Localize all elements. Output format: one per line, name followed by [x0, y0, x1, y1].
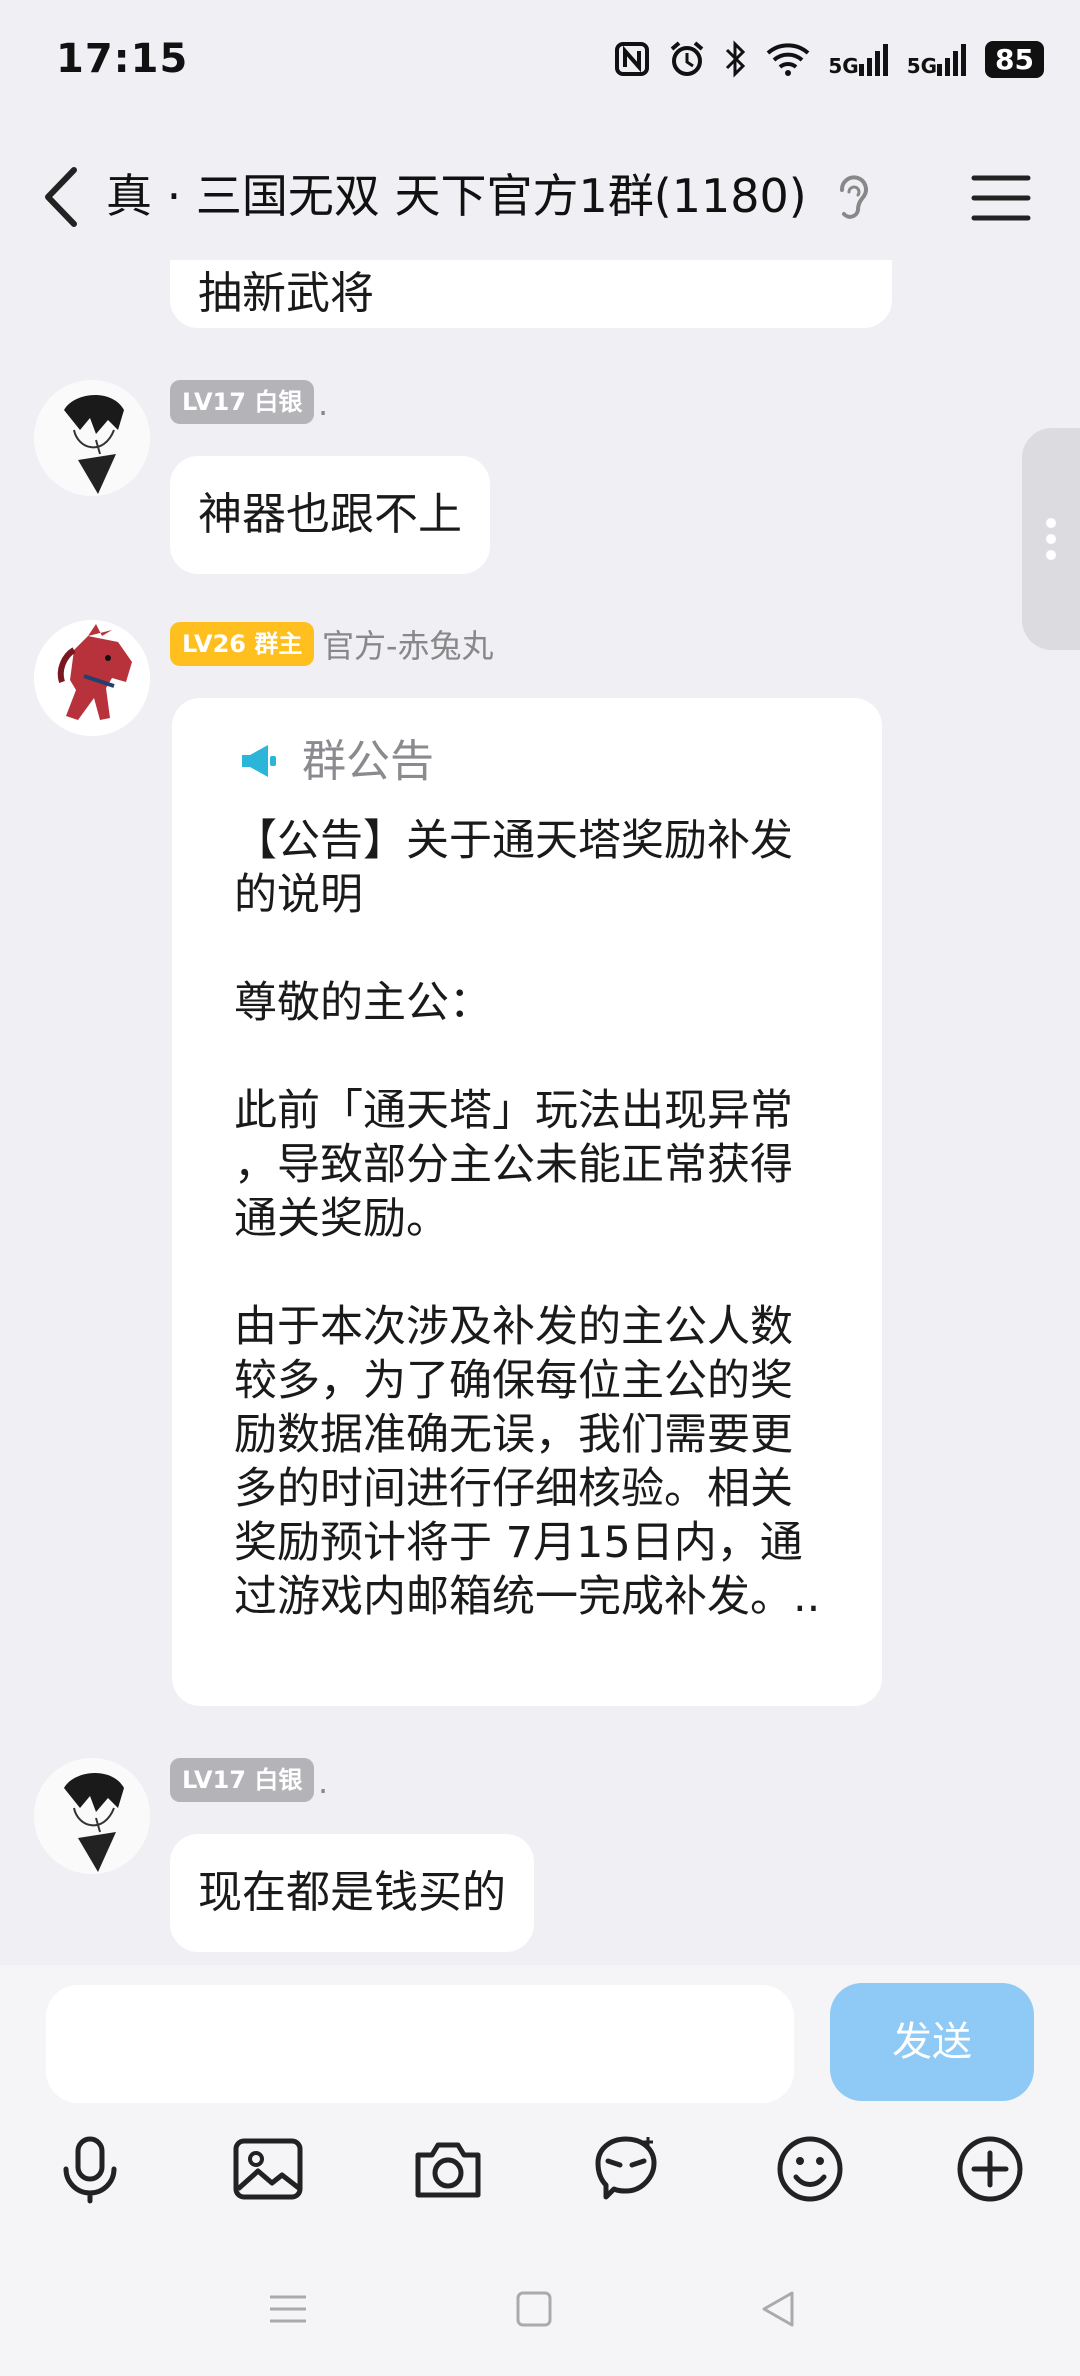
status-bar: 17:15 5G 5G 85	[0, 0, 1080, 120]
level-badge: LV17 白银	[170, 380, 315, 424]
composer-area: 发送	[0, 1965, 1080, 2376]
status-time: 17:15	[56, 36, 189, 82]
group-notice-card[interactable]: 群公告 【公告】关于通天塔奖励补发 的说明 尊敬的主公： 此前「通天塔」玩法出现…	[172, 698, 882, 1706]
more-vertical-icon	[1046, 518, 1056, 560]
signal-icon	[858, 44, 888, 76]
camera-icon[interactable]	[412, 2133, 484, 2205]
image-icon[interactable]	[232, 2133, 304, 2205]
chat-title[interactable]: 真 · 三国无双 天下官方1群(1180)	[106, 160, 807, 232]
send-button[interactable]: 发送	[830, 1983, 1034, 2101]
sticker-icon[interactable]	[590, 2133, 662, 2205]
nfc-icon	[615, 42, 650, 76]
message-bubble[interactable]: 现在都是钱买的	[170, 1834, 534, 1952]
battery-icon: 85	[985, 40, 1044, 78]
side-drawer-handle[interactable]	[1022, 428, 1080, 650]
emoji-icon[interactable]	[774, 2133, 846, 2205]
chat-messages: 抽新武将 LV17 白银 . 神器也跟不上 LV26 群主 官方-赤兔丸 群公告…	[0, 260, 1080, 1965]
announcement-icon	[242, 745, 276, 777]
signal-1: 5G	[828, 42, 888, 76]
avatar-image	[34, 1758, 150, 1874]
message-text: 现在都是钱买的	[198, 1867, 506, 1918]
alarm-icon	[671, 41, 704, 76]
plus-icon[interactable]	[954, 2133, 1026, 2205]
back-icon[interactable]	[754, 2285, 802, 2333]
home-icon[interactable]	[510, 2285, 558, 2333]
signal-icon	[937, 44, 967, 76]
notice-header: 群公告	[302, 736, 434, 787]
signal-2: 5G	[907, 42, 967, 76]
sender-nickname[interactable]: .	[318, 382, 328, 426]
level-badge: LV17 白银	[170, 1758, 315, 1802]
ear-icon[interactable]	[832, 170, 872, 226]
back-arrow-icon[interactable]	[34, 162, 94, 232]
microphone-icon[interactable]	[54, 2133, 126, 2205]
status-icons: 5G 5G 85	[614, 40, 1044, 78]
menu-icon[interactable]	[970, 168, 1032, 228]
avatar[interactable]	[34, 1758, 150, 1874]
avatar[interactable]	[34, 620, 150, 736]
recent-apps-icon[interactable]	[264, 2285, 312, 2333]
avatar-image	[34, 620, 150, 736]
sender-nickname[interactable]: 官方-赤兔丸	[322, 624, 494, 668]
level-badge: LV26 群主	[170, 622, 315, 666]
avatar-image	[34, 380, 150, 496]
message-text: 抽新武将	[198, 268, 374, 319]
sender-nickname[interactable]: .	[318, 1760, 328, 1804]
avatar[interactable]	[34, 380, 150, 496]
bluetooth-icon	[726, 40, 746, 78]
message-bubble[interactable]: 神器也跟不上	[170, 456, 490, 574]
wifi-icon	[767, 43, 810, 76]
message-bubble[interactable]: 抽新武将	[170, 260, 892, 328]
chat-header: 真 · 三国无双 天下官方1群(1180)	[0, 140, 1080, 260]
message-input[interactable]	[46, 1985, 794, 2103]
message-text: 神器也跟不上	[198, 489, 462, 540]
notice-body: 【公告】关于通天塔奖励补发 的说明 尊敬的主公： 此前「通天塔」玩法出现异常 ，…	[234, 816, 821, 1622]
